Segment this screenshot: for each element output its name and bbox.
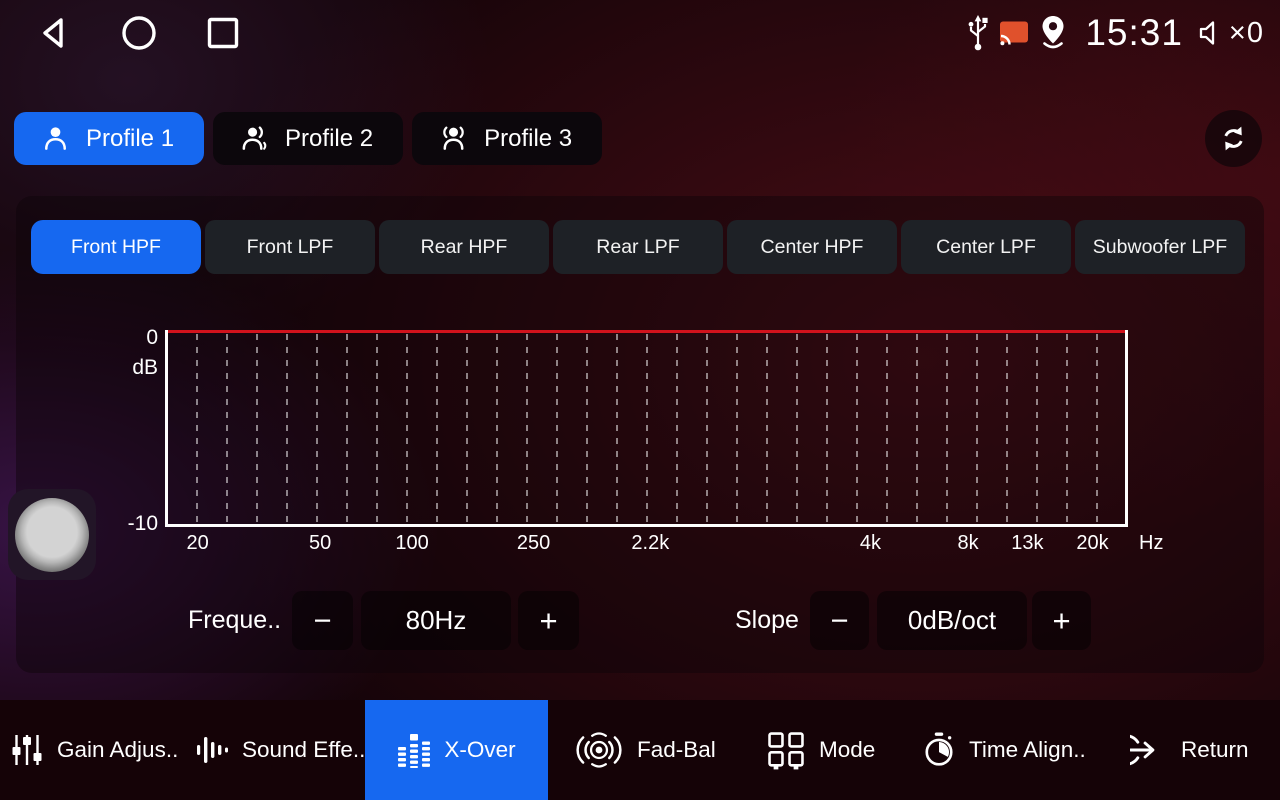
tab-center-lpf[interactable]: Center LPF [901, 220, 1071, 274]
slope-plus-button[interactable]: + [1032, 591, 1091, 650]
x-tick-label: 20 [187, 532, 209, 555]
nav-label: Sound Effe.. [242, 737, 365, 763]
return-arrow-icon [1130, 731, 1168, 769]
nav-fad-bal[interactable]: Fad-Bal [574, 700, 716, 800]
nav-xover[interactable]: X-Over [365, 700, 548, 800]
slope-value: 0dB/oct [877, 591, 1027, 650]
tab-rear-lpf[interactable]: Rear LPF [553, 220, 723, 274]
x-tick-label: 13k [1011, 532, 1043, 555]
x-tick-label: 8k [957, 532, 978, 555]
person-icon [40, 123, 71, 154]
cast-icon [999, 20, 1029, 47]
y-axis-label-min: -10 [104, 512, 158, 536]
nav-sound-effects[interactable]: Sound Effe.. [196, 700, 365, 800]
profile-1-button[interactable]: Profile 1 [14, 112, 204, 165]
mixer-icon [10, 732, 44, 768]
y-axis-unit: dB [104, 356, 158, 380]
volume-muted-icon [1197, 18, 1227, 48]
status-bar: 15:31 ×0 [0, 0, 1280, 66]
clock: 15:31 [1085, 12, 1183, 54]
home-icon[interactable] [120, 14, 158, 52]
tab-rear-hpf[interactable]: Rear HPF [379, 220, 549, 274]
speaker-waves-icon [574, 730, 624, 770]
plot-gridlines [168, 334, 1114, 522]
profile-2-button[interactable]: Profile 2 [213, 112, 403, 165]
tab-label: Center HPF [761, 236, 864, 259]
tab-label: Center LPF [936, 236, 1036, 259]
frequency-value: 80Hz [361, 591, 511, 650]
volume-indicator: ×0 [1197, 17, 1264, 50]
usb-icon [965, 13, 991, 53]
profile-label: Profile 3 [484, 125, 572, 153]
filter-tab-row: Front HPF Front LPF Rear HPF Rear LPF Ce… [31, 220, 1245, 274]
nav-mode[interactable]: Mode [766, 700, 875, 800]
nav-label: Mode [819, 737, 875, 763]
bottom-nav-bar: Gain Adjus.. Sound Effe.. X-Over [0, 700, 1280, 800]
person-waves-icon [438, 123, 469, 154]
knob-circle [15, 498, 89, 572]
response-curve [168, 330, 1125, 333]
tab-center-hpf[interactable]: Center HPF [727, 220, 897, 274]
x-tick-label: 20k [1076, 532, 1108, 555]
sync-button[interactable] [1205, 110, 1262, 167]
x-tick-label: 50 [309, 532, 331, 555]
waveform-icon [196, 732, 229, 768]
tab-label: Rear LPF [596, 236, 679, 259]
x-tick-label: 2.2k [631, 532, 669, 555]
nav-label: Gain Adjus.. [57, 737, 178, 763]
equalizer-icon [397, 732, 431, 768]
stopwatch-icon [922, 731, 956, 769]
tab-label: Subwoofer LPF [1093, 236, 1227, 259]
grid-icon [766, 730, 806, 770]
location-icon [1037, 13, 1069, 53]
xover-panel: Front HPF Front LPF Rear HPF Rear LPF Ce… [16, 196, 1264, 673]
profile-3-button[interactable]: Profile 3 [412, 112, 602, 165]
frequency-response-plot: 0 dB -10 20501002502.2k4k8k13k20k Hz [165, 330, 1128, 527]
profile-tabs: Profile 1 Profile 2 Profile 3 [14, 112, 602, 165]
x-axis-unit: Hz [1139, 532, 1163, 555]
x-tick-label: 100 [395, 532, 428, 555]
android-nav-keys [36, 0, 240, 66]
volume-knob-button[interactable] [8, 489, 96, 580]
nav-label: X-Over [444, 737, 515, 763]
nav-gain-adjust[interactable]: Gain Adjus.. [10, 700, 178, 800]
profile-label: Profile 2 [285, 125, 373, 153]
person-wave-icon [239, 123, 270, 154]
tab-label: Rear HPF [421, 236, 508, 259]
tab-front-lpf[interactable]: Front LPF [205, 220, 375, 274]
frequency-label: Freque.. [188, 591, 281, 649]
tab-label: Front LPF [247, 236, 334, 259]
nav-time-align[interactable]: Time Align.. [922, 700, 1086, 800]
nav-label: Return [1181, 737, 1249, 763]
recents-icon[interactable] [206, 16, 240, 50]
x-tick-label: 4k [860, 532, 881, 555]
y-axis-label-0: 0 [104, 326, 158, 350]
nav-label: Fad-Bal [637, 737, 716, 763]
frequency-minus-button[interactable]: − [292, 591, 353, 650]
tab-subwoofer-lpf[interactable]: Subwoofer LPF [1075, 220, 1245, 274]
sync-icon [1217, 122, 1250, 155]
profile-label: Profile 1 [86, 125, 174, 153]
tab-front-hpf[interactable]: Front HPF [31, 220, 201, 274]
x-tick-label: 250 [517, 532, 550, 555]
slope-label: Slope [735, 591, 799, 649]
slope-minus-button[interactable]: − [810, 591, 869, 650]
nav-return[interactable]: Return [1130, 700, 1249, 800]
x-axis-labels: 20 50 100 250 2.2k 4k 8k 13k 20k [168, 532, 1125, 558]
back-icon[interactable] [36, 15, 72, 51]
tab-label: Front HPF [71, 236, 161, 259]
volume-level: ×0 [1229, 17, 1264, 50]
frequency-plus-button[interactable]: + [518, 591, 579, 650]
nav-label: Time Align.. [969, 737, 1086, 763]
